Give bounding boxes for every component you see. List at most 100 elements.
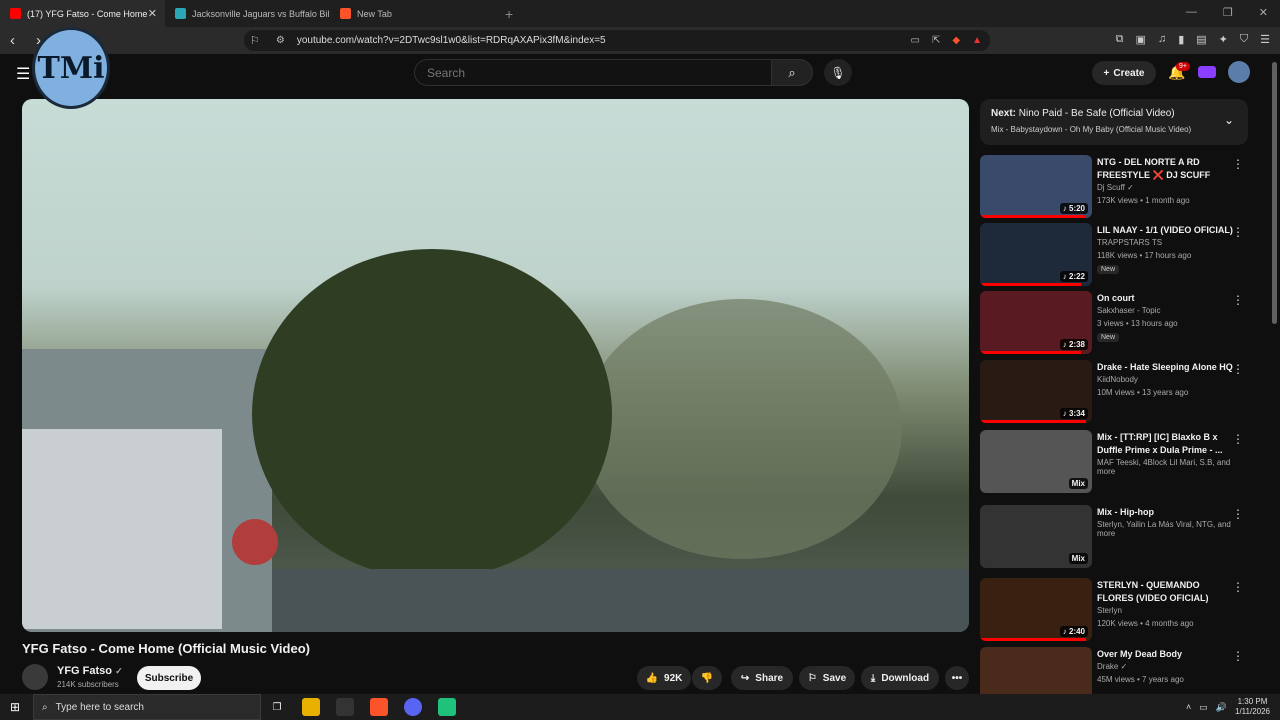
site-settings-icon[interactable]: ⚙ xyxy=(276,35,285,46)
file-explorer-icon[interactable] xyxy=(302,698,320,716)
brave-shield-icon[interactable]: ◆ xyxy=(952,35,960,46)
more-options-icon[interactable]: ⋮ xyxy=(1232,580,1244,594)
watch-progress-bar xyxy=(980,420,1087,423)
verified-icon: ✓ xyxy=(115,666,123,676)
youtube-favicon-icon xyxy=(10,8,21,19)
video-thumbnail[interactable]: Mix xyxy=(980,505,1092,568)
recommendation-title[interactable]: NTG - DEL NORTE A RD FREESTYLE ❌ DJ SCUF… xyxy=(1097,156,1233,182)
music-icon[interactable]: ♫ xyxy=(1158,33,1166,46)
playlist-up-next[interactable]: Next: Nino Paid - Be Safe (Official Vide… xyxy=(980,99,1248,145)
channel-avatar[interactable] xyxy=(22,664,48,690)
leo-icon[interactable]: ✦ xyxy=(1219,33,1228,46)
recommendation-item[interactable]: ♪ 2:38 On court Sakxhaser - Topic 3 views •… xyxy=(980,291,1248,355)
video-player[interactable] xyxy=(22,99,969,632)
tab-jaguars[interactable]: Jacksonville Jaguars vs Buffalo Bills xyxy=(165,0,330,27)
recommendation-title[interactable]: Drake - Hate Sleeping Alone HQ xyxy=(1097,361,1233,374)
video-thumbnail[interactable]: ♪ 2:40 xyxy=(980,578,1092,641)
task-view-icon[interactable]: ❐ xyxy=(268,698,286,716)
recommendation-title[interactable]: LIL NAAY - 1/1 (VIDEO OFICIAL) xyxy=(1097,224,1233,237)
taskbar-search[interactable]: ⌕ Type here to search xyxy=(33,694,261,720)
recommendation-title[interactable]: Mix - Hip-hop xyxy=(1097,506,1233,519)
tab-youtube[interactable]: (17) YFG Fatso - Come Home ✕ xyxy=(0,0,165,27)
network-icon[interactable]: ▭ xyxy=(1199,702,1208,713)
more-options-icon[interactable]: ⋮ xyxy=(1232,362,1244,376)
address-bar[interactable]: ⚐ ⚙ youtube.com/watch?v=2DTwc9sl1w0&list… xyxy=(244,30,990,51)
duration-badge: Mix xyxy=(1068,553,1088,564)
share-button[interactable]: ↪ Share xyxy=(731,666,793,690)
recommendation-item[interactable]: Mix Mix - Hip-hop Sterlyn, Yailin La Más V… xyxy=(980,505,1248,569)
url-text[interactable]: youtube.com/watch?v=2DTwc9sl1w0&list=RDR… xyxy=(297,35,606,46)
recommendation-title[interactable]: STERLYN - QUEMANDO FLORES (VIDEO OFICIAL… xyxy=(1097,579,1233,605)
close-window-icon[interactable]: ✕ xyxy=(1259,6,1268,19)
next-title: Nino Paid - Be Safe (Official Video) xyxy=(1018,108,1175,119)
dislike-button[interactable]: 👎 xyxy=(692,666,722,690)
tab-newtab[interactable]: New Tab xyxy=(330,0,495,27)
more-options-icon[interactable]: ⋮ xyxy=(1232,293,1244,307)
rewards-icon[interactable]: ▲ xyxy=(972,35,982,46)
channel-name[interactable]: YFG Fatso ✓ xyxy=(57,665,123,677)
video-thumbnail[interactable]: ♪ 3:34 xyxy=(980,360,1092,423)
create-button[interactable]: + Create xyxy=(1092,61,1156,85)
save-button[interactable]: ⚐ Save xyxy=(799,666,855,690)
recommendation-item[interactable]: ♪ 2:22 LIL NAAY - 1/1 (VIDEO OFICIAL) TRAP… xyxy=(980,223,1248,287)
recommendation-item[interactable]: ♪ 2:40 STERLYN - QUEMANDO FLORES (VIDEO O… xyxy=(980,578,1248,642)
scrollbar[interactable] xyxy=(1272,62,1277,324)
recommendation-title[interactable]: On court xyxy=(1097,292,1233,305)
windows-start-icon[interactable]: ⊞ xyxy=(10,700,20,714)
cast-icon[interactable]: ▭ xyxy=(911,35,920,46)
minimize-icon[interactable]: — xyxy=(1186,6,1197,19)
like-button[interactable]: 👍 92K xyxy=(637,666,691,690)
back-icon[interactable]: ‹ xyxy=(10,32,26,49)
video-thumbnail[interactable]: ♪ 2:38 xyxy=(980,291,1092,354)
discord-icon[interactable] xyxy=(404,698,422,716)
more-options-icon[interactable]: ⋮ xyxy=(1232,649,1244,663)
menu-icon[interactable]: ☰ xyxy=(1260,33,1270,46)
bookmark-save-icon: ⚐ xyxy=(807,672,817,684)
more-options-icon[interactable]: ⋮ xyxy=(1232,225,1244,239)
wallet-icon[interactable]: ▤ xyxy=(1196,33,1206,46)
more-icon: ••• xyxy=(951,672,963,684)
recommendation-channel: MAF Teeski, 4Block Lil Mari, S.B, and mo… xyxy=(1097,458,1231,476)
search-input[interactable] xyxy=(414,59,772,86)
more-options-icon[interactable]: ⋮ xyxy=(1232,157,1244,171)
share-page-icon[interactable]: ⇱ xyxy=(932,35,940,46)
download-button[interactable]: ⤓ Download xyxy=(861,666,939,690)
recommendation-meta: 3 views • 13 hours ago xyxy=(1097,319,1178,328)
app-icon[interactable] xyxy=(438,698,456,716)
subscribe-button[interactable]: Subscribe xyxy=(137,666,201,690)
epic-games-icon[interactable] xyxy=(336,698,354,716)
next-label: Next: xyxy=(991,108,1017,119)
close-tab-icon[interactable]: ✕ xyxy=(148,7,157,20)
sidebar-icon[interactable]: ▮ xyxy=(1178,33,1184,46)
more-options-icon[interactable]: ⋮ xyxy=(1232,432,1244,446)
recommendation-title[interactable]: Over My Dead Body xyxy=(1097,648,1233,661)
maximize-icon[interactable]: ❐ xyxy=(1223,6,1233,19)
bookmark-icon[interactable]: ⚐ xyxy=(250,34,260,47)
brave-browser-icon[interactable] xyxy=(370,698,388,716)
guide-menu-icon[interactable]: ☰ xyxy=(16,64,30,84)
recommendation-item[interactable]: ♪ 3:34 Drake - Hate Sleeping Alone HQ Kiid… xyxy=(980,360,1248,424)
recommendation-item[interactable]: ♪ 5:20 NTG - DEL NORTE A RD FREESTYLE ❌ D… xyxy=(980,155,1248,219)
voice-search-button[interactable]: 🎙 xyxy=(824,59,852,86)
video-thumbnail[interactable]: ♪ 2:22 xyxy=(980,223,1092,286)
windows-taskbar: ⊞ ⌕ Type here to search ❐ ˄ ▭ 🔊 1:30 PM 1/… xyxy=(0,694,1280,720)
recommendation-item[interactable]: Mix Mix - [TT:RP] [IC] Blaxko B x Duffle … xyxy=(980,430,1248,494)
chevron-up-icon[interactable]: ˄ xyxy=(1186,702,1191,712)
vpn-icon[interactable]: ⛉ xyxy=(1240,33,1248,46)
premium-icon[interactable] xyxy=(1198,66,1216,78)
video-thumbnail[interactable]: Mix xyxy=(980,430,1092,493)
volume-icon[interactable]: 🔊 xyxy=(1216,702,1227,713)
site-favicon-icon xyxy=(175,8,186,19)
search-button[interactable]: ⌕ xyxy=(771,59,813,86)
recommendation-meta: 173K views • 1 month ago xyxy=(1097,196,1190,205)
more-actions-button[interactable]: ••• xyxy=(945,666,969,690)
video-thumbnail[interactable]: ♪ 5:20 xyxy=(980,155,1092,218)
screenshot-icon[interactable]: ▣ xyxy=(1136,33,1146,46)
recommendation-title[interactable]: Mix - [TT:RP] [IC] Blaxko B x Duffle Pri… xyxy=(1097,431,1233,457)
extensions-icon[interactable]: ⧉ xyxy=(1116,33,1124,46)
new-tab-button[interactable]: + xyxy=(505,6,513,22)
chevron-down-icon[interactable]: ⌄ xyxy=(1224,113,1234,127)
more-options-icon[interactable]: ⋮ xyxy=(1232,507,1244,521)
clock[interactable]: 1:30 PM 1/11/2026 xyxy=(1235,697,1270,717)
account-avatar[interactable] xyxy=(1228,61,1250,83)
